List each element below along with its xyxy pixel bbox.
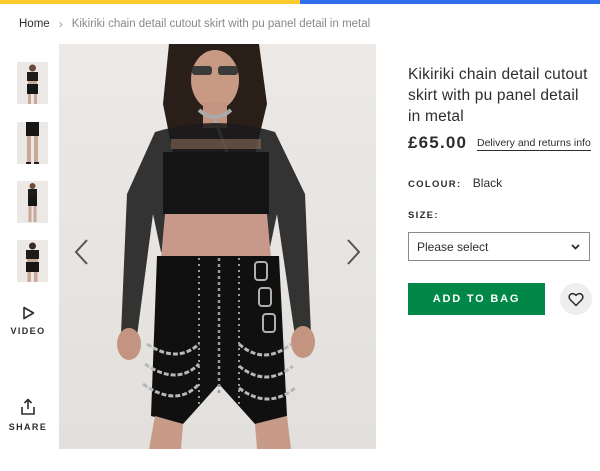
product-thumbnail-back-icon xyxy=(17,240,48,282)
product-photo-icon xyxy=(59,44,376,449)
size-label: SIZE: xyxy=(408,210,439,221)
delivery-returns-link[interactable]: Delivery and returns info xyxy=(477,137,591,151)
next-image-arrow-icon[interactable] xyxy=(343,238,363,266)
top-accent-bar xyxy=(0,0,600,4)
heart-icon xyxy=(568,292,584,306)
chevron-down-icon xyxy=(571,244,580,250)
play-icon xyxy=(22,306,34,320)
thumbnail-3[interactable] xyxy=(17,181,48,223)
thumbnail-2[interactable] xyxy=(17,122,48,164)
share-button[interactable]: SHARE xyxy=(8,398,48,432)
colour-label: COLOUR: xyxy=(408,179,462,190)
video-button[interactable]: VIDEO xyxy=(8,306,48,336)
add-to-bag-label: ADD TO BAG xyxy=(432,293,521,305)
top-accent-blue xyxy=(300,0,600,4)
product-title: Kikiriki chain detail cutout skirt with … xyxy=(408,66,588,125)
colour-row: COLOUR: Black xyxy=(408,176,502,190)
breadcrumb-current: Kikiriki chain detail cutout skirt with … xyxy=(71,18,371,30)
previous-image-arrow-icon[interactable] xyxy=(72,238,92,266)
top-accent-yellow xyxy=(0,0,300,4)
product-thumbnail-full-icon xyxy=(17,181,48,223)
breadcrumb-home-link[interactable]: Home xyxy=(19,18,50,30)
size-select-value: Please select xyxy=(417,240,489,254)
product-thumbnail-front-icon xyxy=(17,62,48,104)
breadcrumb: Home › Kikiriki chain detail cutout skir… xyxy=(19,17,370,31)
main-product-image[interactable] xyxy=(59,44,376,449)
colour-value: Black xyxy=(472,176,503,190)
add-to-bag-button[interactable]: ADD TO BAG xyxy=(408,283,545,315)
breadcrumb-separator: › xyxy=(58,17,63,31)
video-label: VIDEO xyxy=(10,326,46,336)
share-label: SHARE xyxy=(8,422,48,432)
thumbnail-4[interactable] xyxy=(17,240,48,282)
thumbnail-1[interactable] xyxy=(17,62,48,104)
size-select[interactable]: Please select xyxy=(408,232,590,261)
product-price: £65.00 xyxy=(408,133,468,152)
share-icon xyxy=(21,398,35,415)
save-for-later-button[interactable] xyxy=(560,283,592,315)
product-thumbnail-legs-icon xyxy=(17,122,48,164)
